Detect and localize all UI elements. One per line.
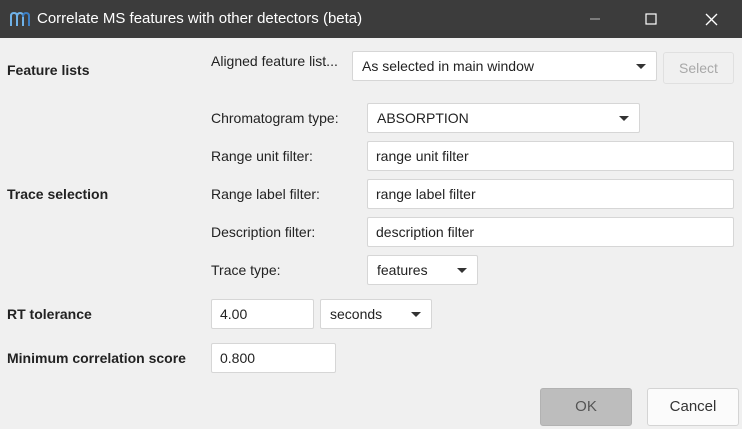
feature-list-value: As selected in main window — [362, 58, 534, 74]
chevron-down-icon — [619, 116, 629, 121]
rt-tolerance-input[interactable]: 4.00 — [211, 299, 314, 329]
description-filter-label: Description filter: — [211, 224, 316, 240]
section-rt-tolerance: RT tolerance — [7, 306, 92, 322]
chevron-down-icon — [457, 268, 467, 273]
title-bar: Correlate MS features with other detecto… — [0, 0, 742, 38]
close-button[interactable] — [688, 0, 734, 38]
trace-type-dropdown[interactable]: features — [367, 255, 478, 285]
feature-list-dropdown[interactable]: As selected in main window — [352, 51, 657, 81]
section-minimum-correlation-score: Minimum correlation score — [7, 350, 186, 366]
section-feature-lists: Feature lists — [7, 62, 90, 78]
trace-type-value: features — [377, 262, 428, 278]
maximize-icon — [645, 13, 657, 25]
chevron-down-icon — [636, 64, 646, 69]
range-unit-filter-input[interactable]: range unit filter — [367, 141, 734, 171]
chromatogram-type-value: ABSORPTION — [377, 110, 469, 126]
ok-button[interactable]: OK — [540, 388, 632, 426]
section-trace-selection: Trace selection — [7, 186, 109, 202]
dialog-footer: OK Cancel — [0, 384, 742, 429]
minimize-icon — [589, 13, 601, 25]
select-button[interactable]: Select — [663, 52, 734, 84]
rt-tolerance-unit-value: seconds — [330, 306, 383, 322]
mzmine-logo-icon — [10, 10, 30, 28]
close-icon — [705, 13, 718, 26]
maximize-button[interactable] — [628, 0, 674, 38]
range-label-filter-label: Range label filter: — [211, 186, 320, 202]
range-label-filter-input[interactable]: range label filter — [367, 179, 734, 209]
rt-tolerance-unit-dropdown[interactable]: seconds — [320, 299, 432, 329]
window-title: Correlate MS features with other detecto… — [37, 10, 363, 27]
dialog-content: Feature lists Aligned feature list... As… — [0, 38, 742, 384]
cancel-button[interactable]: Cancel — [647, 388, 739, 426]
chromatogram-type-label: Chromatogram type: — [211, 110, 339, 126]
chromatogram-type-dropdown[interactable]: ABSORPTION — [367, 103, 640, 133]
trace-type-label: Trace type: — [211, 262, 281, 278]
range-unit-filter-label: Range unit filter: — [211, 148, 313, 164]
minimize-button[interactable] — [572, 0, 618, 38]
description-filter-input[interactable]: description filter — [367, 217, 734, 247]
minimum-correlation-score-input[interactable]: 0.800 — [211, 343, 336, 373]
aligned-feature-list-label: Aligned feature list... — [211, 53, 338, 69]
chevron-down-icon — [411, 312, 421, 317]
